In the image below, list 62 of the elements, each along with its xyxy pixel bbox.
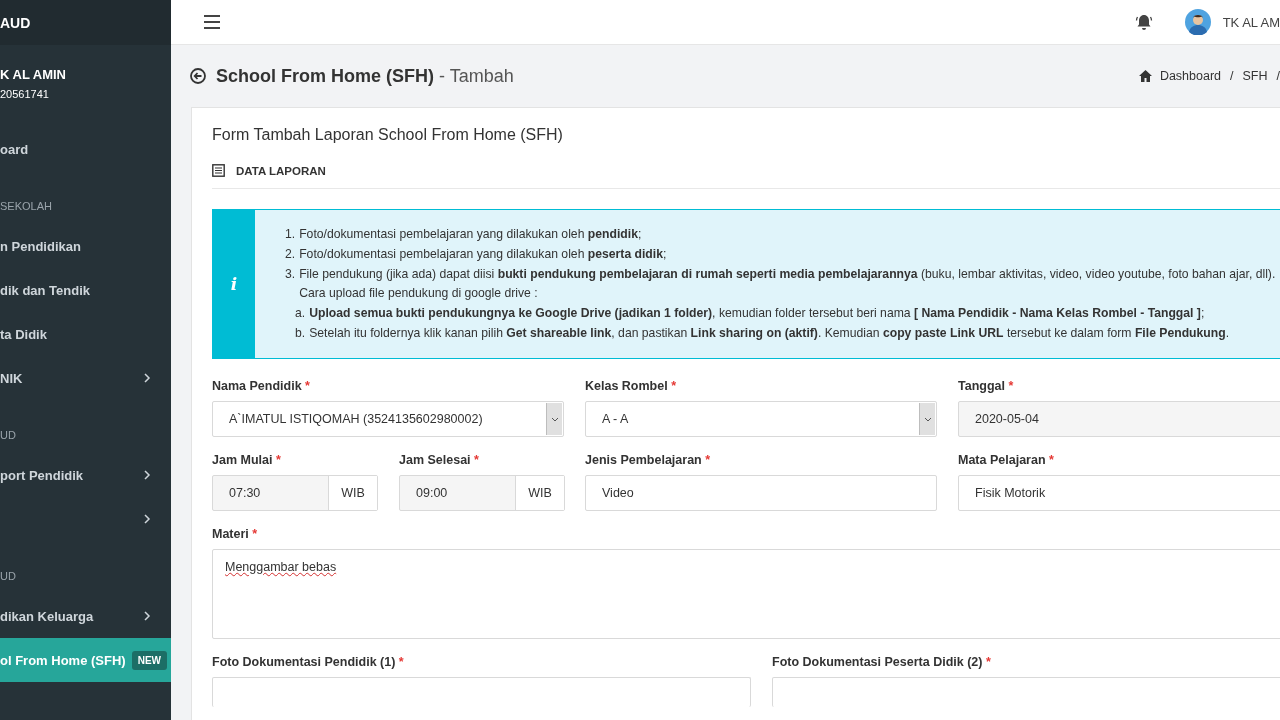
field-label: Jam Selesai * [399,453,480,467]
menu-section-label: SEKOLAH [0,199,52,212]
file-field[interactable] [772,677,1280,707]
field-label: Jenis Pembelajaran * [585,453,712,467]
input-field[interactable]: Video [585,475,937,511]
list-marker: 3. [285,265,296,283]
field-label: Foto Dokumentasi Pendidik (1) * [212,655,405,669]
list-marker: 2. [285,245,296,263]
sidebar-item[interactable]: dikan Keluarga [0,594,171,638]
user-name: TK AL AM [1222,14,1280,30]
card-title: Form Tambah Laporan School From Home (SFH) [212,126,564,144]
sidebar-item[interactable]: NIK [0,356,171,400]
field-label: Mata Pelajaran * [958,453,1055,467]
unit-addon: WIB [515,476,564,510]
field-label: Nama Pendidik * [212,379,311,393]
sidebar-item[interactable]: ol From Home (SFH) NEW [0,638,171,682]
new-badge: NEW [131,650,167,670]
time-field[interactable]: 07:30 WIB [212,475,378,511]
user-id: 20561741 [0,88,49,100]
breadcrumb-link[interactable]: Dashboard [1138,69,1222,83]
instruction-text: Foto/dokumentasi pembelajaran yang dilakukan oleh pendidik; [299,226,642,243]
file-field[interactable] [212,677,751,707]
menu-section-label: UD [0,428,16,441]
field-label: Foto Dokumentasi Peserta Didik (2) * [772,655,992,669]
date-field[interactable]: 2020-05-04 [958,401,1280,437]
list-marker: a. [295,305,306,323]
instruction-text: Upload semua bukti pendukungnya ke Google Drive (jadikan 1 folder), kemudian folder tersebut beri nama [ Nama Pendidik - Nama Kelas Rombel - Tanggal ]; [309,305,1205,323]
textarea-field[interactable]: Menggambar bebas [212,549,1280,639]
time-field[interactable]: 09:00 WIB [399,475,565,511]
field-label: Materi * [212,527,259,541]
field-label: Tanggal * [958,379,1015,393]
list-marker: b. [295,325,306,342]
brand-name: AUD [0,14,31,31]
instruction-text: Setelah itu foldernya klik kanan pilih Get shareable link, dan pastikan Link sharing on (aktif). Kemudian copy paste Link URL tersebut ke dalam form File Pendukung. [309,325,1230,342]
sidebar-item[interactable]: n Pendidikan [0,224,171,268]
menu-section-label: UD [0,569,16,582]
select-field[interactable]: A`IMATUL ISTIQOMAH (3524135602980002) [212,401,564,437]
breadcrumb-link[interactable]: SFH [1242,69,1268,83]
avatar-icon [1184,9,1211,35]
sidebar-item[interactable]: ta Didik [0,312,171,356]
list-marker: 1. [285,226,296,243]
unit-addon: WIB [328,476,377,510]
instruction-text: File pendukung (jika ada) dapat diisi bukti pendukung pembelajaran di rumah seperti media pembelajarannya (buku, lembar aktivitas, video, video youtube, foto bahan ajar, dll). Cara upload file pendukung di google drive : [299,265,1277,303]
caret-icon [923,416,932,422]
user-name: K AL AMIN [0,67,66,82]
section-heading: DATA LAPORAN [236,164,326,177]
breadcrumb-separator: / [1230,69,1234,83]
sidebar-item[interactable]: port Pendidik [0,453,171,497]
sidebar-item[interactable]: dik dan Tendik [0,268,171,312]
field-label: Jam Mulai * [212,453,282,467]
select-field[interactable]: A - A [585,401,937,437]
instruction-text: Foto/dokumentasi pembelajaran yang dilakukan oleh peserta didik; [299,245,667,263]
input-field[interactable]: Fisik Motorik [958,475,1280,511]
sidebar-item[interactable]: oard [0,127,171,171]
list-icon [212,164,225,177]
menu-icon[interactable] [204,15,220,29]
info-icon: i [230,274,238,294]
breadcrumb-separator: / [1276,69,1280,83]
page-title: School From Home (SFH) - Tambah [216,65,514,87]
caret-icon [550,416,559,422]
field-label: Kelas Rombel * [585,379,677,393]
bell-icon[interactable] [1134,13,1153,31]
